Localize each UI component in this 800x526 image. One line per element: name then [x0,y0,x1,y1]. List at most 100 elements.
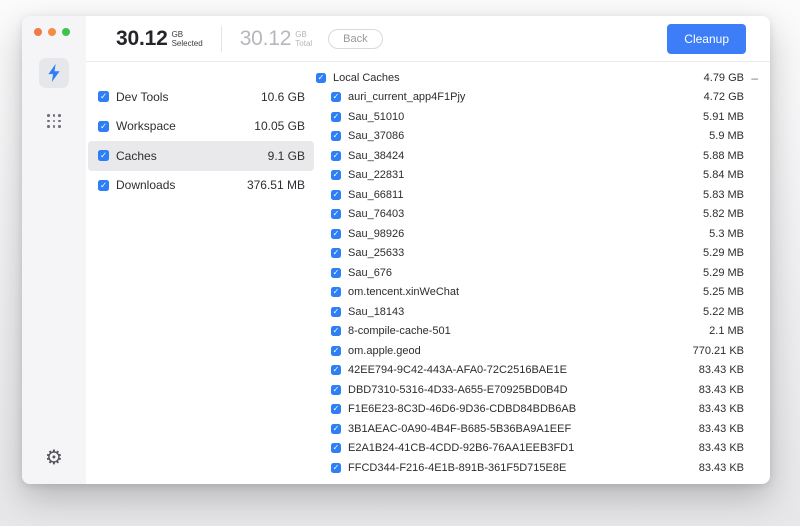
file-size: 83.43 KB [698,442,744,455]
file-row[interactable]: Sau_66811 5.83 MB [316,185,758,205]
file-row[interactable]: DBD7310-5316-4D33-A655-E70925BD0B4D 83.4… [316,380,758,400]
collapse-indicator[interactable]: – [744,72,758,84]
file-size: 5.3 MB [709,227,744,240]
app-window: 30.12 GB Selected 30.12 GB Total Back Cl… [22,16,770,484]
file-size: 5.29 MB [703,247,744,260]
file-checkbox[interactable] [331,345,341,356]
selected-size-stat: 30.12 GB Selected [116,27,203,51]
minimize-button[interactable] [48,28,56,36]
file-label: Sau_51010 [348,110,405,123]
file-size: 5.83 MB [703,188,744,201]
file-checkbox[interactable] [331,404,341,415]
file-checkbox[interactable] [331,248,341,259]
file-label: 8-compile-cache-501 [348,325,451,338]
file-row[interactable]: Sau_22831 5.84 MB [316,166,758,186]
file-label: auri_current_app4F1Pjy [348,91,466,104]
file-checkbox[interactable] [331,111,341,122]
apps-tab[interactable] [39,106,69,136]
file-size: 5.88 MB [703,149,744,162]
categories-panel: Dev Tools 10.6 GB Workspace 10.05 GB Cac… [86,62,316,200]
file-checkbox[interactable] [331,365,341,376]
file-row[interactable]: Sau_25633 5.29 MB [316,244,758,264]
file-checkbox[interactable] [331,228,341,239]
file-checkbox[interactable] [331,423,341,434]
file-row[interactable]: E2A1B24-41CB-4CDD-92B6-76AA1EEB3FD1 83.4… [316,439,758,459]
category-label: Caches [116,148,157,163]
selected-size-unit: GB [171,29,184,39]
settings-button[interactable] [22,444,86,472]
zoom-button[interactable] [62,28,70,36]
file-row[interactable]: Sau_676 5.29 MB [316,263,758,283]
file-checkbox[interactable] [331,209,341,220]
category-row[interactable]: Workspace 10.05 GB [88,112,314,142]
file-label: Sau_22831 [348,169,405,182]
grid-icon [47,114,61,128]
file-checkbox[interactable] [331,189,341,200]
file-size: 2.1 MB [709,325,744,338]
close-button[interactable] [34,28,42,36]
header: 30.12 GB Selected 30.12 GB Total Back Cl… [86,16,770,62]
selected-size-label: Selected [171,38,203,48]
back-button[interactable]: Back [328,28,383,49]
category-checkbox[interactable] [98,91,109,103]
file-checkbox[interactable] [331,92,341,103]
file-row[interactable]: Sau_18143 5.22 MB [316,302,758,322]
file-checkbox[interactable] [331,131,341,142]
file-size: 83.43 KB [698,403,744,416]
file-checkbox[interactable] [316,72,326,83]
category-size: 376.51 MB [246,178,305,193]
file-label: Sau_66811 [348,188,404,201]
file-checkbox[interactable] [331,267,341,278]
file-checkbox[interactable] [331,287,341,298]
file-group-row[interactable]: Local Caches 4.79 GB – [316,68,758,88]
file-checkbox[interactable] [331,326,341,337]
header-divider [220,25,222,52]
category-row[interactable]: Downloads 376.51 MB [88,171,314,201]
file-row[interactable]: Sau_51010 5.91 MB [316,107,758,127]
file-row[interactable]: 42EE794-9C42-443A-AFA0-72C2516BAE1E 83.4… [316,361,758,381]
file-row[interactable]: Sau_38424 5.88 MB [316,146,758,166]
total-size-label: Total [295,38,313,48]
category-size: 9.1 GB [267,148,305,163]
file-row[interactable]: om.apple.geod 770.21 KB [316,341,758,361]
file-size: 5.91 MB [703,110,744,123]
file-row[interactable]: 8-compile-cache-501 2.1 MB [316,322,758,342]
file-checkbox[interactable] [331,443,341,454]
total-size-stat: 30.12 GB Total [240,27,312,51]
category-row[interactable]: Caches 9.1 GB [88,141,314,171]
file-row[interactable]: 3B1AEAC-0A90-4B4F-B685-5B36BA9A1EEF 83.4… [316,419,758,439]
category-label: Downloads [116,178,176,193]
file-size: 5.22 MB [703,305,744,318]
file-size: 4.79 GB [703,71,744,84]
file-checkbox[interactable] [331,306,341,317]
file-row[interactable]: F1E6E23-8C3D-46D6-9D36-CDBD84BDB6AB 83.4… [316,400,758,420]
cleanup-button[interactable]: Cleanup [667,23,746,54]
file-row[interactable]: Sau_37086 5.9 MB [316,127,758,147]
category-checkbox[interactable] [98,179,109,191]
file-list-panel: Local Caches 4.79 GB – auri_current_app4… [316,62,758,478]
file-size: 83.43 KB [698,461,744,474]
file-checkbox[interactable] [331,462,341,473]
cleaner-tab[interactable] [39,58,69,88]
file-checkbox[interactable] [331,150,341,161]
category-row[interactable]: Dev Tools 10.6 GB [88,82,314,112]
file-row[interactable]: Sau_76403 5.82 MB [316,205,758,225]
category-checkbox[interactable] [98,150,109,162]
traffic-lights [34,28,70,36]
file-checkbox[interactable] [331,384,341,395]
file-size: 5.9 MB [709,130,744,143]
file-row[interactable]: om.tencent.xinWeChat 5.25 MB [316,283,758,303]
tool-rail [22,16,86,484]
file-size: 83.43 KB [698,422,744,435]
file-size: 4.72 GB [703,91,744,104]
file-label: DBD7310-5316-4D33-A655-E70925BD0B4D [348,383,568,396]
file-row[interactable]: auri_current_app4F1Pjy 4.72 GB [316,88,758,108]
file-label: F1E6E23-8C3D-46D6-9D36-CDBD84BDB6AB [348,403,577,416]
file-checkbox[interactable] [331,170,341,181]
file-size: 5.84 MB [703,169,744,182]
file-row[interactable]: Sau_98926 5.3 MB [316,224,758,244]
file-row[interactable]: FFCD344-F216-4E1B-891B-361F5D715E8E 83.4… [316,458,758,478]
category-checkbox[interactable] [98,120,109,132]
category-size: 10.6 GB [260,89,305,104]
file-label: om.apple.geod [348,344,421,357]
